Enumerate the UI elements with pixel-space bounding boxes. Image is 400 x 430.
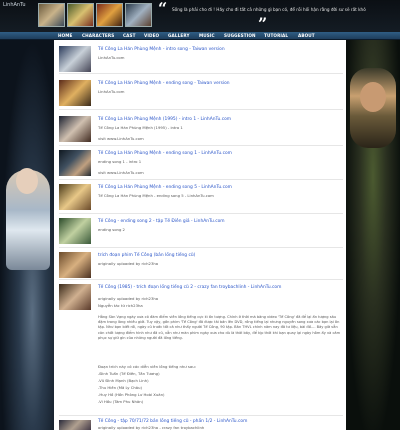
video-thumbnail[interactable] <box>59 184 91 210</box>
video-thumbnail[interactable] <box>59 420 91 430</box>
nav-characters[interactable]: CHARACTERS <box>82 33 114 38</box>
nav-cast[interactable]: CAST <box>123 33 136 38</box>
header-thumb-3[interactable] <box>96 3 123 27</box>
header-thumb-4[interactable] <box>125 3 152 27</box>
video-title[interactable]: Tế Công - ending song 2 - tập Tế Điên gi… <box>98 219 225 224</box>
video-thumbnail[interactable] <box>59 116 91 142</box>
nav-home[interactable]: HOME <box>58 33 73 38</box>
cast-credit-line: Đoạn trích này có các diễn viên lồng tiế… <box>98 364 196 369</box>
video-title[interactable]: Tế Công - tập 70/71/72 bản lồng tiếng cũ… <box>98 419 247 424</box>
main-nav: HOME CHARACTERS CAST VIDEO GALLERY MUSIC… <box>0 32 400 40</box>
video-meta: Tế Công La Hán Phùng Mệnh (1995) - intro… <box>98 125 183 130</box>
header-quote: “ Sống là phải cho đi ! Hãy cho đi tất c… <box>158 0 394 33</box>
video-title[interactable]: Tế Công La Hán Phùng Mệnh - ending song … <box>98 81 230 86</box>
cast-credit-line: -Thu Hiền (Mã Ly Châu) <box>98 385 143 390</box>
open-quote-icon: “ <box>158 0 168 18</box>
site-header: LinhAnTu “ Sống là phải cho đi ! Hãy cho… <box>0 0 400 32</box>
video-meta: LinhAnTu.com <box>98 55 125 60</box>
header-thumb-2[interactable] <box>67 3 94 27</box>
video-thumbnail[interactable] <box>59 252 91 278</box>
video-thumbnail[interactable] <box>59 218 91 244</box>
video-thumbnail[interactable] <box>59 80 91 106</box>
cast-credit-line: -Đinh Tuấn (Tế Điên, Tần Tương) <box>98 371 160 376</box>
list-item[interactable]: trích đoạn phim Tế Công (bản lồng tiếng … <box>59 250 343 280</box>
list-item[interactable]: Tế Công La Hán Phùng Mệnh - intro song -… <box>59 44 343 74</box>
video-meta: ending song 1 - intro 1 <box>98 159 142 164</box>
video-title[interactable]: Tế Công La Hán Phùng Mệnh (1995) - intro… <box>98 117 231 122</box>
nav-video[interactable]: VIDEO <box>144 33 159 38</box>
list-item[interactable]: Tế Công - tập 70/71/72 bản lồng tiếng cũ… <box>59 418 343 430</box>
video-meta: ending song 2 <box>98 227 125 232</box>
list-item[interactable]: Tế Công La Hán Phùng Mệnh - ending song … <box>59 78 343 110</box>
list-item[interactable]: Tế Công La Hán Phùng Mệnh (1995) - intro… <box>59 114 343 146</box>
list-item[interactable]: Tế Công - ending song 2 - tập Tế Điên gi… <box>59 216 343 248</box>
video-meta: Nguyễn tác từ rich23ha <box>98 303 143 308</box>
close-quote-icon: ” <box>258 14 268 33</box>
video-title[interactable]: Tế Công La Hán Phùng Mệnh - ending song … <box>98 185 232 190</box>
left-character-face <box>16 168 38 194</box>
video-title[interactable]: Tế Công La Hán Phùng Mệnh - intro song -… <box>98 47 225 52</box>
video-title[interactable]: trích đoạn phim Tế Công (bản lồng tiếng … <box>98 253 195 258</box>
video-title[interactable]: Tế Công La Hán Phùng Mệnh - ending song … <box>98 151 232 156</box>
nav-gallery[interactable]: GALLERY <box>168 33 190 38</box>
list-item[interactable]: Tế Công (1985) - trích đoạn lồng tiếng c… <box>59 282 343 416</box>
cast-credit-line: -Vi Hầu (Tâm Phu Nhân) <box>98 399 144 404</box>
list-item[interactable]: Tế Công La Hán Phùng Mệnh - ending song … <box>59 182 343 214</box>
video-list: Tế Công La Hán Phùng Mệnh - intro song -… <box>54 40 346 430</box>
list-item[interactable]: Tế Công La Hán Phùng Mệnh - ending song … <box>59 148 343 180</box>
video-description: Hằng Sàn Vạng ngày xưa có đàm điểm viên … <box>98 315 341 340</box>
cast-credit-line: -Huy Hồ (Hồn Phòng Lư Hoài Xuân) <box>98 392 165 397</box>
video-thumbnail[interactable] <box>59 284 91 310</box>
video-meta: originally uploaded by rich23ha <box>98 296 159 301</box>
video-meta: visit www.LinhAnTu.com <box>98 136 144 141</box>
video-meta: Tế Công La Hán Phùng Mệnh - ending song … <box>98 193 214 198</box>
left-decor-panel <box>0 40 54 430</box>
cast-credit-line: -Vũ Đình Mạnh (Bạch Linh) <box>98 378 149 383</box>
right-decor-panel <box>346 40 400 430</box>
video-meta: LinhAnTu.com <box>98 89 125 94</box>
nav-suggestion[interactable]: SUGGESTION <box>224 33 256 38</box>
video-thumbnail[interactable] <box>59 46 91 72</box>
video-title[interactable]: Tế Công (1985) - trích đoạn lồng tiếng c… <box>98 285 281 290</box>
site-logo[interactable]: LinhAnTu <box>3 2 26 8</box>
nav-tutorial[interactable]: TUTORIAL <box>264 33 288 38</box>
quote-text: Sống là phải cho đi ! Hãy cho đi tất cả … <box>172 7 366 12</box>
video-thumbnail[interactable] <box>59 150 91 176</box>
video-meta: originally uploaded by rich23ha - crazy … <box>98 425 205 430</box>
nav-about[interactable]: ABOUT <box>298 33 315 38</box>
video-meta: originally uploaded by rich23ha <box>98 261 159 266</box>
nav-music[interactable]: MUSIC <box>199 33 215 38</box>
header-thumb-1[interactable] <box>38 3 65 27</box>
video-meta: visit www.LinhAnTu.com <box>98 170 144 175</box>
right-character-face <box>360 82 386 112</box>
